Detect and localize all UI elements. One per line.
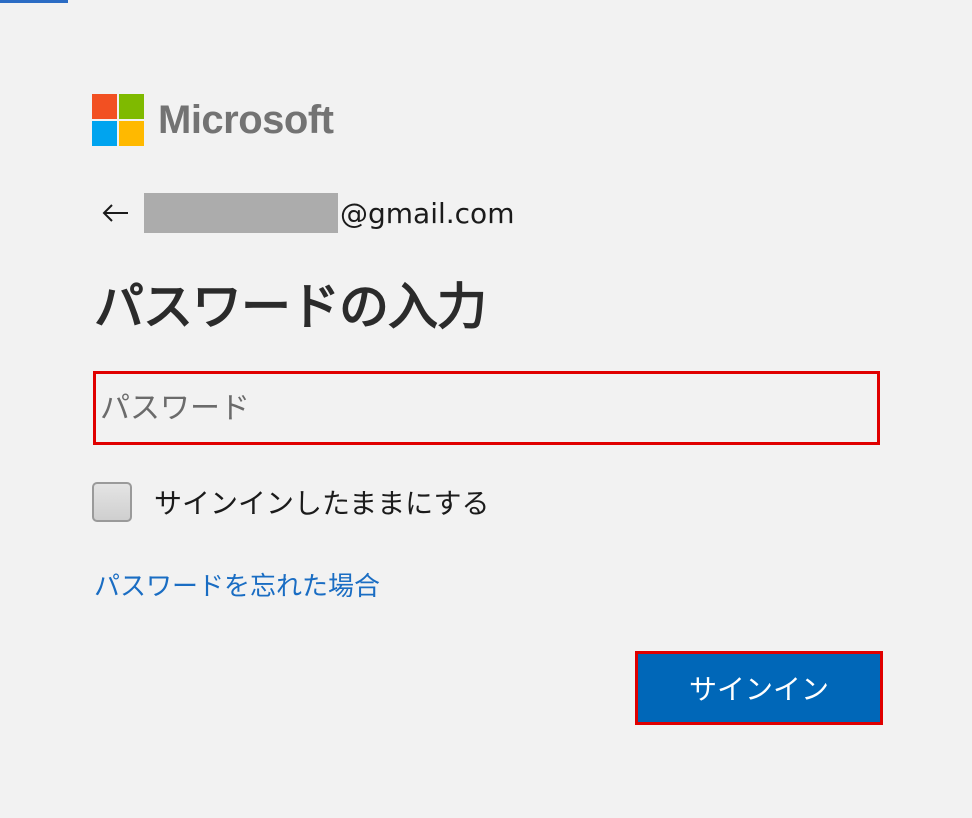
keep-signed-in-checkbox[interactable] xyxy=(92,482,132,522)
page-title: パスワードの入力 xyxy=(94,278,487,336)
top-accent-bar xyxy=(0,0,68,3)
back-arrow-icon[interactable] xyxy=(100,197,132,229)
logo-square-green xyxy=(119,94,144,119)
logo-square-red xyxy=(92,94,117,119)
microsoft-logo-icon xyxy=(92,94,144,146)
identity-banner: @gmail.com xyxy=(100,192,514,234)
password-input[interactable] xyxy=(93,371,880,445)
logo-square-blue xyxy=(92,121,117,146)
signin-button[interactable]: サインイン xyxy=(635,651,883,725)
keep-signed-in[interactable]: サインインしたままにする xyxy=(92,480,489,524)
keep-signed-in-label: サインインしたままにする xyxy=(154,487,490,520)
logo-text: Microsoft xyxy=(158,97,334,142)
logo-square-yellow xyxy=(119,121,144,146)
redacted-username xyxy=(144,193,338,233)
email-suffix: @gmail.com xyxy=(340,196,515,230)
forgot-password-link[interactable]: パスワードを忘れた場合 xyxy=(94,566,380,603)
microsoft-logo: Microsoft xyxy=(92,92,334,148)
